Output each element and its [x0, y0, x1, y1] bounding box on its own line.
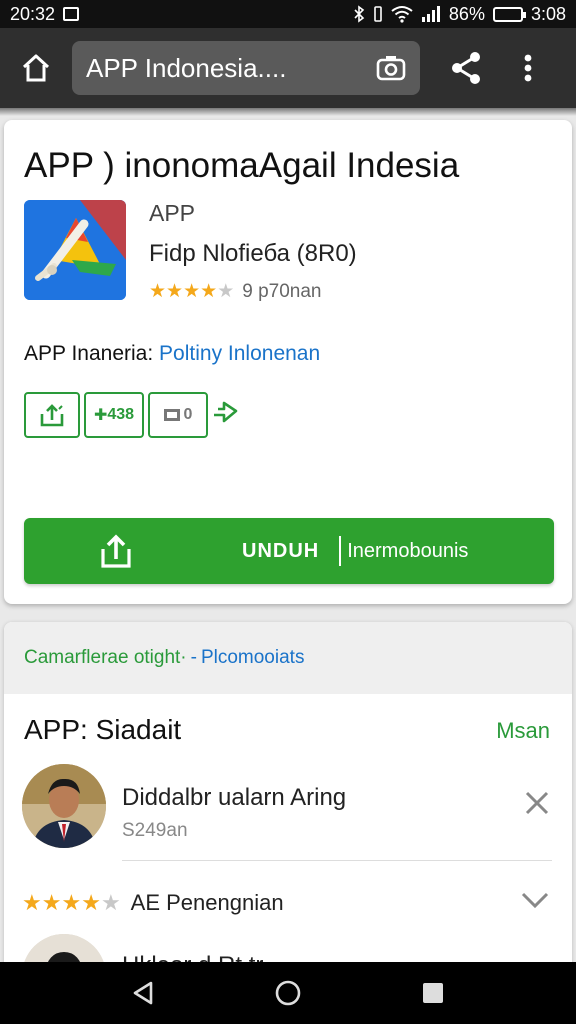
rating-stars: ★★★★★	[149, 280, 234, 303]
action-chips: ✚ 438 0	[24, 392, 244, 438]
count-chip-label: 438	[107, 406, 135, 423]
review-rating-row[interactable]: ★★★★★ AE Penengnian	[22, 890, 284, 916]
home-icon	[22, 54, 50, 82]
review-stars: ★★★★★	[22, 890, 121, 916]
vibrate-icon	[373, 5, 383, 23]
star-icon: ★	[166, 281, 184, 302]
recents-square-icon	[423, 983, 444, 1003]
star-icon: ★	[100, 890, 121, 915]
back-button[interactable]	[123, 973, 163, 1013]
app-title: APP ) inonomaAgail Indesia	[24, 146, 460, 185]
promo-link[interactable]: Plcomooiats	[201, 647, 305, 669]
download-button[interactable]: UNDUH Inermobounis	[24, 518, 554, 584]
close-icon[interactable]	[522, 788, 552, 818]
status-clock: 3:08	[530, 3, 566, 24]
star-icon: ★	[200, 281, 218, 302]
upload-share-icon	[40, 404, 64, 427]
review-date: S249an	[122, 820, 188, 841]
box-icon	[163, 409, 180, 421]
share-button[interactable]	[444, 46, 488, 90]
url-field[interactable]: APP Indonesia....	[72, 41, 420, 95]
more-vert-icon	[524, 54, 532, 82]
star-icon: ★	[183, 281, 201, 302]
notification-icon	[63, 7, 80, 21]
home-button[interactable]	[14, 46, 58, 90]
home-nav-button[interactable]	[268, 973, 308, 1013]
app-icon[interactable]	[24, 200, 126, 300]
reviewer-avatar-image	[22, 764, 106, 848]
review-rating-text: AE Penengnian	[130, 890, 284, 915]
upload-chip[interactable]	[24, 392, 80, 438]
back-triangle-icon	[133, 981, 152, 1005]
arrow-up-icon: ✚	[93, 407, 108, 424]
app-rating: ★★★★★ 9 p70nan	[149, 280, 321, 303]
toolbar-shadow	[0, 108, 576, 116]
star-icon: ★	[22, 890, 42, 915]
chevron-down-icon[interactable]	[520, 890, 550, 914]
download-sublabel: Inermobounis	[347, 539, 469, 562]
promo-separator: -	[190, 647, 197, 668]
navigation-bar	[0, 962, 576, 1024]
app-description: APP Inanеria: Poltiny Inlonenan	[24, 342, 320, 366]
bluetooth-icon	[353, 5, 365, 23]
avatar[interactable]	[22, 764, 106, 848]
recents-button[interactable]	[413, 973, 453, 1013]
star-icon: ★	[81, 890, 101, 915]
description-link[interactable]: Poltiny Inlonenan	[159, 342, 320, 365]
reviews-more-link[interactable]: Msan	[496, 718, 550, 744]
signal-icon	[421, 5, 441, 23]
camera-icon[interactable]	[376, 54, 406, 82]
reviews-card: Camarflerae otight· - Plcomooiats APP: S…	[4, 622, 572, 982]
battery-icon	[492, 6, 526, 22]
share-icon	[452, 52, 480, 84]
box-chip-label: 0	[183, 406, 193, 423]
box-chip[interactable]: 0	[148, 392, 208, 438]
battery-percent: 86%	[448, 3, 485, 24]
app-developer[interactable]: Fidp Nlofiеба (8R0)	[149, 240, 357, 268]
description-prefix: APP Inanеria:	[24, 342, 154, 365]
status-time: 20:32	[10, 3, 56, 24]
status-left: 20:32	[10, 3, 80, 25]
star-icon: ★	[149, 281, 167, 302]
star-icon: ★	[61, 890, 82, 915]
download-separator	[339, 536, 342, 566]
wifi-icon	[391, 5, 413, 23]
app-logo-icon	[24, 200, 126, 300]
reviews-section-title: APP: Siadait	[24, 714, 182, 745]
url-text: APP Indonesia....	[86, 52, 287, 83]
download-label: UNDUH	[242, 539, 320, 562]
forward-arrow-icon[interactable]	[212, 401, 244, 429]
download-icon	[98, 531, 134, 571]
app-details-card: APP ) inonomaAgail Indesia APP Fidp Nlof…	[4, 120, 572, 604]
rating-count: 9 p70nan	[242, 280, 322, 302]
status-right: 86% 3:08	[353, 4, 566, 25]
app-bar: APP Indonesia....	[0, 28, 576, 108]
status-bar: 20:32 86% 3:08	[0, 0, 576, 28]
star-icon: ★	[217, 281, 235, 302]
promo-strip[interactable]: Camarflerae otight· - Plcomooiats	[4, 622, 572, 694]
home-circle-icon	[275, 980, 301, 1006]
promo-text: Camarflerae otight·	[24, 647, 187, 668]
count-chip[interactable]: ✚ 438	[84, 392, 144, 438]
app-label: APP	[149, 200, 196, 226]
reviewer-name: Diddalbr ualarn Aring	[122, 784, 347, 811]
star-icon: ★	[41, 890, 62, 915]
review-divider	[122, 860, 552, 861]
more-button[interactable]	[516, 46, 540, 90]
